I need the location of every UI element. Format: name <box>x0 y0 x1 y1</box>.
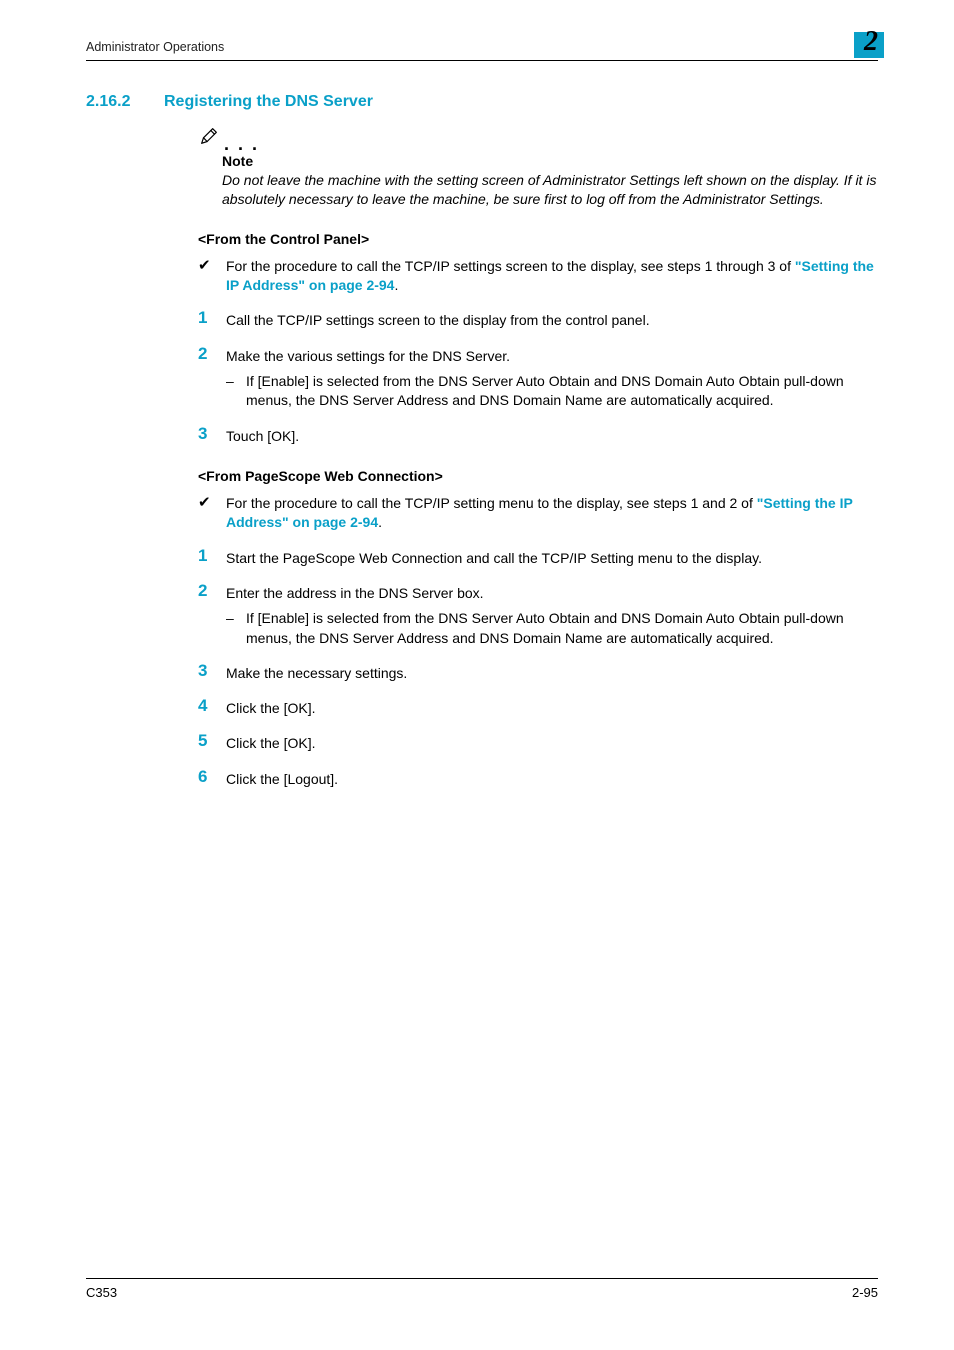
panel-bullet: ✔ For the procedure to call the TCP/IP s… <box>198 257 878 296</box>
section-heading: 2.16.2 Registering the DNS Server <box>86 93 878 111</box>
section-number: 2.16.2 <box>86 93 164 111</box>
web-step-number: 5 <box>198 732 226 753</box>
web-step-sub-text: If [Enable] is selected from the DNS Ser… <box>246 609 878 648</box>
section-title: Registering the DNS Server <box>164 93 373 111</box>
panel-step-text: Touch [OK]. <box>226 427 878 446</box>
panel-step-number: 3 <box>198 425 226 446</box>
panel-step-sub-text: If [Enable] is selected from the DNS Ser… <box>246 372 878 411</box>
note-block: . . . <box>198 125 878 149</box>
panel-bullet-text-before: For the procedure to call the TCP/IP set… <box>226 258 795 274</box>
panel-step-sub: –If [Enable] is selected from the DNS Se… <box>226 372 878 411</box>
panel-step: 3Touch [OK]. <box>198 425 878 446</box>
note-dots: . . . <box>224 139 259 149</box>
dash-icon: – <box>226 372 246 411</box>
web-step-number: 1 <box>198 547 226 568</box>
panel-step-text: Call the TCP/IP settings screen to the d… <box>226 311 878 330</box>
check-icon: ✔ <box>198 257 226 296</box>
web-step-text: Click the [OK]. <box>226 734 878 753</box>
web-step-text: Make the necessary settings. <box>226 664 878 683</box>
footer-right: 2-95 <box>852 1285 878 1300</box>
dash-icon: – <box>226 609 246 648</box>
page-footer: C353 2-95 <box>86 1278 878 1300</box>
page-header: Administrator Operations 2 <box>86 38 878 60</box>
web-step: 3Make the necessary settings. <box>198 662 878 683</box>
panel-step-number: 2 <box>198 345 226 411</box>
check-icon: ✔ <box>198 494 226 533</box>
web-bullet: ✔ For the procedure to call the TCP/IP s… <box>198 494 878 533</box>
web-step: 6Click the [Logout]. <box>198 768 878 789</box>
note-text: Do not leave the machine with the settin… <box>222 171 878 209</box>
web-step-text: Start the PageScope Web Connection and c… <box>226 549 878 568</box>
footer-left: C353 <box>86 1285 117 1300</box>
panel-step-number: 1 <box>198 309 226 330</box>
from-web-heading: <From PageScope Web Connection> <box>198 468 878 484</box>
header-rule <box>86 60 878 61</box>
web-step-text: Enter the address in the DNS Server box. <box>226 584 878 603</box>
panel-step: 2Make the various settings for the DNS S… <box>198 345 878 411</box>
web-step-number: 2 <box>198 582 226 648</box>
panel-step-text: Make the various settings for the DNS Se… <box>226 347 878 366</box>
web-step: 1Start the PageScope Web Connection and … <box>198 547 878 568</box>
web-step-number: 4 <box>198 697 226 718</box>
web-step-number: 3 <box>198 662 226 683</box>
pencil-note-icon <box>198 125 220 147</box>
web-step-text: Click the [OK]. <box>226 699 878 718</box>
chapter-number: 2 <box>864 26 878 58</box>
web-bullet-text-before: For the procedure to call the TCP/IP set… <box>226 495 757 511</box>
web-step: 4Click the [OK]. <box>198 697 878 718</box>
web-step-sub: –If [Enable] is selected from the DNS Se… <box>226 609 878 648</box>
running-head: Administrator Operations <box>86 40 224 54</box>
panel-step: 1Call the TCP/IP settings screen to the … <box>198 309 878 330</box>
footer-rule <box>86 1278 878 1279</box>
from-control-panel-heading: <From the Control Panel> <box>198 231 878 247</box>
web-step: 2Enter the address in the DNS Server box… <box>198 582 878 648</box>
web-step-number: 6 <box>198 768 226 789</box>
note-label: Note <box>222 153 878 169</box>
web-bullet-text-after: . <box>378 514 382 530</box>
panel-bullet-text-after: . <box>394 277 398 293</box>
web-step-text: Click the [Logout]. <box>226 770 878 789</box>
web-step: 5Click the [OK]. <box>198 732 878 753</box>
